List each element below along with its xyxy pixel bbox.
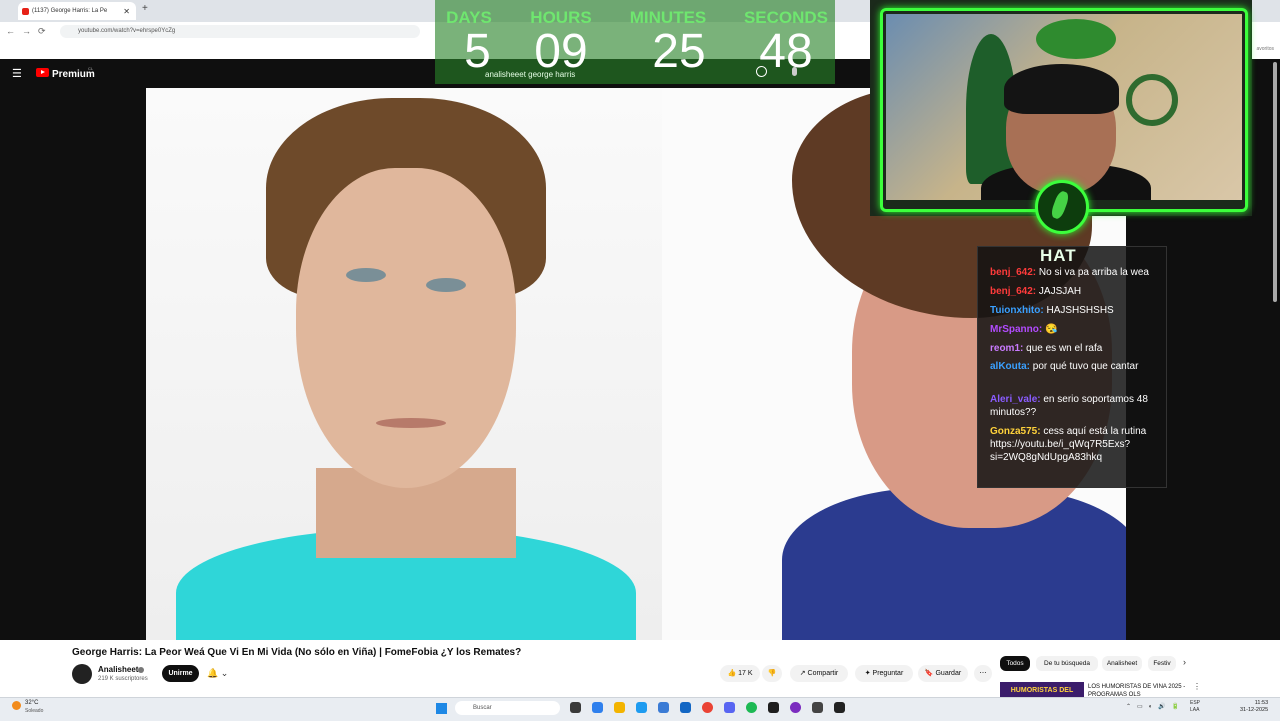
system-tray-icons[interactable]: ⌃▭◐🔊🔋 xyxy=(1126,703,1185,710)
chat-text: No si va pa arriba la wea xyxy=(1038,267,1149,278)
language-code: ESP xyxy=(1190,700,1201,706)
obs-icon[interactable] xyxy=(812,702,823,713)
chat-username: MrSpanno: xyxy=(990,324,1043,335)
nav-buttons[interactable]: ←→⟳ xyxy=(6,26,53,37)
search-query-text[interactable]: analisheeet george harris xyxy=(485,70,575,79)
verified-icon xyxy=(138,667,144,673)
join-button[interactable]: Unirme xyxy=(162,665,199,682)
weather-icon[interactable] xyxy=(12,701,21,710)
terminal-icon[interactable] xyxy=(768,702,779,713)
pickle-logo-icon xyxy=(1035,180,1089,234)
chat-title: HAT xyxy=(1040,246,1077,265)
chat-message: alKouta: por qué tuvo que cantar xyxy=(990,360,1160,373)
bookmarks-label[interactable]: avoritos xyxy=(1256,46,1274,52)
share-label: Compartir xyxy=(807,670,839,677)
chat-message: Tuionxhito: HAJSHSHSHS xyxy=(990,304,1160,317)
video-title: George Harris: La Peor Weá Que Vi En Mi … xyxy=(72,647,522,658)
chat-text: 😪 xyxy=(1045,324,1058,335)
like-button[interactable]: 👍 17 K xyxy=(720,665,760,682)
language-indicator[interactable]: ESP LAA xyxy=(1190,700,1200,714)
channel-avatar[interactable] xyxy=(72,664,92,684)
chat-text: JAJSJAH xyxy=(1038,286,1082,297)
taskbar-search-input[interactable]: Buscar xyxy=(455,701,560,715)
chat-message: Gonza575: cess aquí está la rutina https… xyxy=(990,425,1160,464)
chrome-icon[interactable] xyxy=(702,702,713,713)
countdown-seconds-value: 48 xyxy=(759,25,813,78)
chip-all[interactable]: Todos xyxy=(1000,656,1030,671)
youtube-logo-icon[interactable] xyxy=(36,68,49,77)
chat-username: Aleri_vale: xyxy=(990,394,1041,405)
weather-description: Soleado xyxy=(25,708,44,714)
task-view-icon[interactable] xyxy=(570,702,581,713)
tab-close-icon[interactable]: ✕ xyxy=(123,7,130,16)
language-layout: LAA xyxy=(1190,707,1200,713)
channel-name[interactable]: Analisheet xyxy=(98,665,138,674)
share-button[interactable]: ↗ Compartir xyxy=(790,665,848,682)
countdown-minutes-value: 25 xyxy=(652,25,706,78)
dislike-button[interactable]: 👎 xyxy=(762,665,782,682)
chat-text: por qué tuvo que cantar xyxy=(1032,361,1139,372)
chip-from-search[interactable]: De tu búsqueda xyxy=(1036,656,1098,671)
discord-icon[interactable] xyxy=(724,702,735,713)
tab-title: (1137) George Harris: La Pe xyxy=(32,8,108,14)
chat-username: alKouta: xyxy=(990,361,1030,372)
weather-temperature: 32°C xyxy=(25,700,39,706)
store-icon[interactable] xyxy=(658,702,669,713)
chat-text: que es wn el rafa xyxy=(1026,343,1103,354)
subscriber-count: 219 K suscriptores xyxy=(98,676,148,682)
save-label: Guardar xyxy=(935,670,962,677)
chat-message: Aleri_vale: en serio soportamos 48 minut… xyxy=(990,393,1160,419)
ask-label: Preguntar xyxy=(872,670,904,677)
edge-icon[interactable] xyxy=(636,702,647,713)
youtube-favicon-icon xyxy=(22,7,29,15)
video-frame-left xyxy=(146,88,662,640)
search-icon[interactable] xyxy=(756,66,767,77)
console-icon[interactable] xyxy=(834,702,845,713)
region-label: CL xyxy=(88,66,94,71)
chat-username: Tuionxhito: xyxy=(990,305,1044,316)
new-tab-icon[interactable]: + xyxy=(142,3,148,14)
file-explorer-icon[interactable] xyxy=(614,702,625,713)
mail-icon[interactable] xyxy=(680,702,691,713)
chat-username: Gonza575: xyxy=(990,426,1041,437)
chevron-right-icon[interactable]: › xyxy=(1183,657,1186,667)
chip-festival[interactable]: Festiv xyxy=(1148,656,1176,671)
copilot-icon[interactable] xyxy=(592,702,603,713)
chat-message: benj_642: JAJSJAH xyxy=(990,285,1160,298)
clock-time: 11:53 xyxy=(1254,700,1269,706)
notification-bell-icon[interactable]: 🔔 ⌄ xyxy=(207,665,237,682)
more-actions-icon[interactable]: ⋯ xyxy=(974,665,992,682)
clock-date: 31-12-2025 xyxy=(1240,707,1269,713)
menu-icon[interactable]: ☰ xyxy=(12,67,22,80)
countdown-overlay: DAYS HOURS MINUTES SECONDS 5 09 25 48 an… xyxy=(435,0,835,84)
taskbar-clock[interactable]: 11:53 31-12-2025 xyxy=(1240,700,1268,714)
chat-text: HAJSHSHSHS xyxy=(1046,305,1114,316)
more-options-icon[interactable]: ⋮ xyxy=(1193,682,1201,691)
scrollbar[interactable] xyxy=(1273,62,1277,302)
microphone-icon[interactable] xyxy=(792,67,797,76)
spotify-icon[interactable] xyxy=(746,702,757,713)
chip-channel[interactable]: Analisheet xyxy=(1102,656,1142,671)
chat-message: benj_642: No si va pa arriba la wea xyxy=(990,266,1160,279)
chat-username: benj_642: xyxy=(990,286,1037,297)
chat-username: benj_642: xyxy=(990,267,1037,278)
browser-tab[interactable]: (1137) George Harris: La Pe ✕ xyxy=(18,2,136,20)
windows-start-icon[interactable] xyxy=(436,703,447,714)
url-field[interactable]: youtube.com/watch?v=ehrspe0YcZg xyxy=(60,25,420,38)
save-button[interactable]: 🔖 Guardar xyxy=(918,665,968,682)
app-icon[interactable] xyxy=(790,702,801,713)
chat-username: reom1: xyxy=(990,343,1024,354)
chat-message: MrSpanno: 😪 xyxy=(990,323,1160,336)
ask-button[interactable]: ✦ Preguntar xyxy=(855,665,913,682)
like-count: 17 K xyxy=(738,670,753,677)
chat-message: reom1: que es wn el rafa xyxy=(990,342,1160,355)
